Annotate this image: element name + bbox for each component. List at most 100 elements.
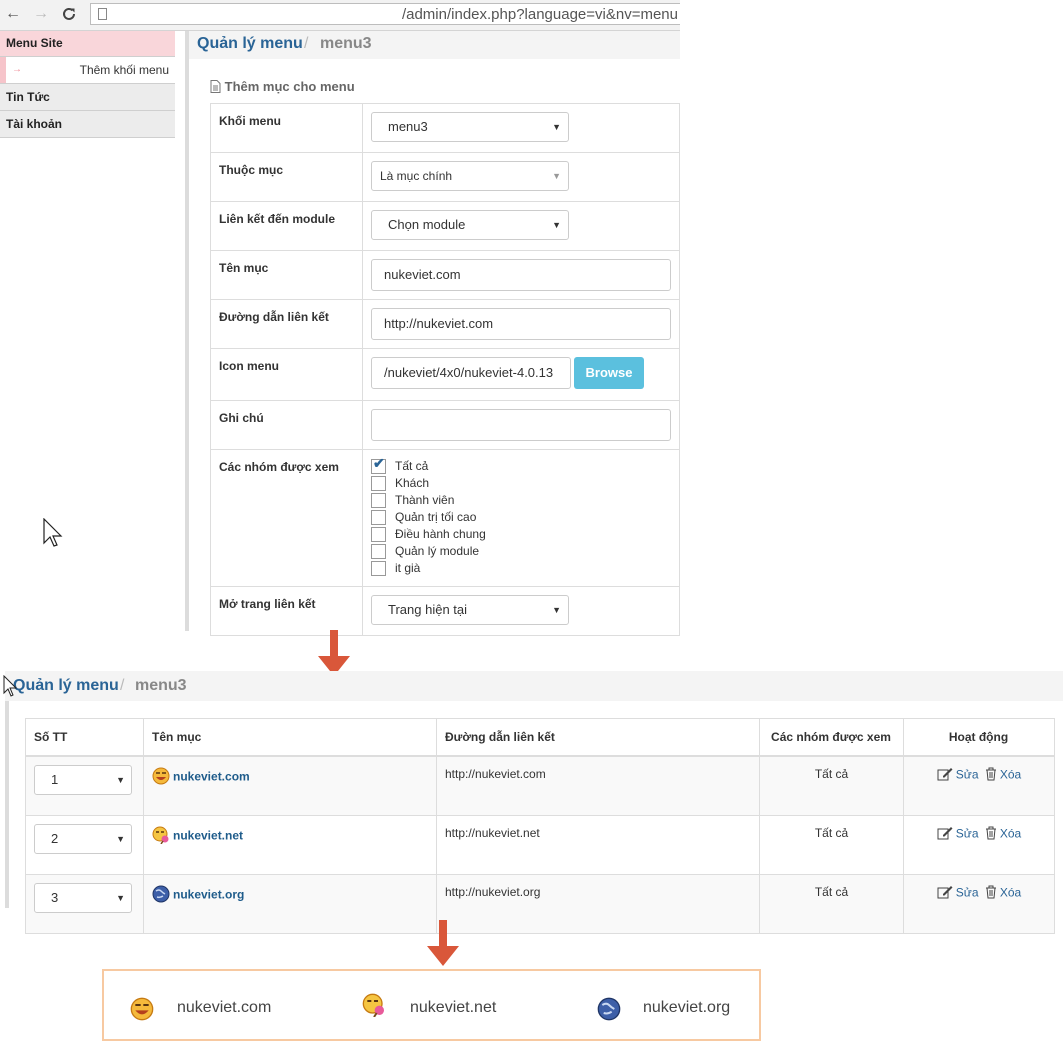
caret-down-icon: ▼ bbox=[116, 893, 125, 903]
item-name-link[interactable]: nukeviet.com bbox=[173, 770, 250, 784]
mouse-cursor-icon bbox=[43, 517, 63, 548]
browser-toolbar: ← → /admin/index.php?language=vi&nv=menu bbox=[0, 0, 680, 31]
table-row: 1 ▼ nukeviet.com http://nukeviet.com Tất … bbox=[25, 755, 1055, 816]
group-checkbox-quan-ly-module[interactable]: Quản lý module bbox=[371, 544, 671, 561]
trash-icon[interactable] bbox=[985, 885, 997, 902]
preview-item-org[interactable]: nukeviet.org bbox=[643, 999, 730, 1017]
delete-link[interactable]: Xóa bbox=[1000, 827, 1021, 841]
sidebar-item-them-khoi-menu[interactable]: → Thêm khối menu bbox=[0, 57, 175, 84]
breadcrumb-root[interactable]: Quản lý menu bbox=[13, 677, 119, 695]
sidebar-divider bbox=[185, 31, 189, 631]
order-select[interactable]: 3 ▼ bbox=[34, 883, 132, 913]
preview-item-com[interactable]: nukeviet.com bbox=[177, 999, 271, 1017]
checkmark-icon: ✔ bbox=[373, 455, 385, 471]
group-checkbox-thanh-vien[interactable]: Thành viên bbox=[371, 493, 671, 510]
sidebar-divider bbox=[5, 701, 9, 908]
forward-icon[interactable]: → bbox=[30, 4, 52, 24]
header-nhom: Các nhóm được xem bbox=[759, 718, 904, 757]
preview-item-net[interactable]: nukeviet.net bbox=[410, 999, 496, 1017]
caret-down-icon: ▼ bbox=[552, 122, 561, 132]
trash-icon[interactable] bbox=[985, 767, 997, 784]
trash-icon[interactable] bbox=[985, 826, 997, 843]
address-bar[interactable]: /admin/index.php?language=vi&nv=menu bbox=[90, 3, 680, 25]
edit-link[interactable]: Sửa bbox=[956, 768, 979, 782]
checkbox[interactable] bbox=[371, 561, 386, 576]
ghi-chu-input[interactable] bbox=[371, 409, 671, 441]
item-groups: Tất cả bbox=[759, 874, 904, 934]
edit-link[interactable]: Sửa bbox=[956, 827, 979, 841]
icecream-smiley-icon bbox=[152, 826, 170, 847]
group-checkbox-list: ✔ Tất cả Khách Thành viên Quản trị tối ca… bbox=[362, 449, 680, 587]
order-value: 3 bbox=[51, 890, 59, 905]
khoi-menu-select[interactable]: menu3 ▼ bbox=[371, 112, 569, 142]
table-row: 3 ▼ nukeviet.org http://nukeviet.org Tất … bbox=[25, 874, 1055, 934]
reload-icon[interactable] bbox=[58, 4, 80, 24]
checkbox[interactable] bbox=[371, 527, 386, 542]
breadcrumb-separator: / bbox=[304, 35, 309, 52]
sidebar-item-label: Thêm khối menu bbox=[79, 63, 169, 77]
sidebar-item-tai-khoan[interactable]: Tài khoản bbox=[0, 111, 175, 138]
item-name-link[interactable]: nukeviet.org bbox=[173, 888, 244, 902]
group-checkbox-it-gia[interactable]: it già bbox=[371, 561, 671, 578]
checkbox-label: Tất cả bbox=[395, 459, 429, 473]
sidebar-item-tin-tuc[interactable]: Tin Tức bbox=[0, 84, 175, 111]
order-select[interactable]: 1 ▼ bbox=[34, 765, 132, 795]
form-title-text: Thêm mục cho menu bbox=[224, 79, 355, 94]
item-url: http://nukeviet.com bbox=[436, 755, 760, 816]
checkbox-label: Quản trị tối cao bbox=[395, 510, 477, 524]
table-row: 2 ▼ nukeviet.net http://nukeviet.net Tất … bbox=[25, 815, 1055, 875]
thuoc-muc-value: Là mục chính bbox=[380, 169, 453, 183]
header-hoat-dong: Hoạt động bbox=[903, 718, 1055, 757]
edit-icon[interactable] bbox=[937, 885, 953, 902]
ten-muc-input[interactable]: nukeviet.com bbox=[371, 259, 671, 291]
laughing-smiley-icon bbox=[130, 997, 154, 1024]
add-item-form: Khối menu menu3 ▼ Thuộc mục Là mục chính ▼… bbox=[210, 103, 680, 636]
checkbox-label: Quản lý module bbox=[395, 544, 480, 558]
checkbox[interactable] bbox=[371, 476, 386, 491]
icon-menu-label: Icon menu bbox=[210, 348, 363, 401]
checkbox[interactable] bbox=[371, 510, 386, 525]
ghi-chu-label: Ghi chú bbox=[210, 400, 363, 450]
breadcrumb-separator: / bbox=[120, 677, 125, 694]
checkbox[interactable] bbox=[371, 493, 386, 508]
checkbox[interactable]: ✔ bbox=[371, 455, 386, 474]
caret-down-icon: ▼ bbox=[116, 775, 125, 785]
edit-link[interactable]: Sửa bbox=[956, 886, 979, 900]
url-text: /admin/index.php?language=vi&nv=menu bbox=[401, 6, 678, 23]
delete-link[interactable]: Xóa bbox=[1000, 768, 1021, 782]
mo-trang-value: Trang hiện tại bbox=[388, 602, 468, 617]
group-checkbox-tat-ca[interactable]: ✔ Tất cả bbox=[371, 455, 671, 476]
edit-icon[interactable] bbox=[937, 767, 953, 784]
duong-dan-input[interactable]: http://nukeviet.com bbox=[371, 308, 671, 340]
khoi-menu-label: Khối menu bbox=[210, 103, 363, 153]
thuoc-muc-select[interactable]: Là mục chính ▼ bbox=[371, 161, 569, 191]
item-url: http://nukeviet.org bbox=[436, 874, 760, 934]
mo-trang-select[interactable]: Trang hiện tại ▼ bbox=[371, 595, 569, 625]
checkbox-label: Khách bbox=[395, 476, 430, 490]
icecream-smiley-icon bbox=[362, 993, 386, 1020]
order-select[interactable]: 2 ▼ bbox=[34, 824, 132, 854]
item-groups: Tất cả bbox=[759, 755, 904, 816]
group-checkbox-quan-tri[interactable]: Quản trị tối cao bbox=[371, 510, 671, 527]
form-title: Thêm mục cho menu bbox=[210, 79, 355, 94]
nhom-label: Các nhóm được xem bbox=[210, 449, 363, 587]
icon-menu-input[interactable]: /nukeviet/4x0/nukeviet-4.0.13 bbox=[371, 357, 571, 389]
menu-items-table: Số TT Tên mục Đường dẫn liên kết Các nhó… bbox=[25, 718, 1055, 934]
browse-button[interactable]: Browse bbox=[574, 357, 644, 389]
laughing-smiley-icon bbox=[152, 767, 170, 788]
delete-link[interactable]: Xóa bbox=[1000, 886, 1021, 900]
page-icon bbox=[98, 8, 107, 20]
khoi-menu-value: menu3 bbox=[388, 119, 428, 134]
module-select[interactable]: Chọn module ▼ bbox=[371, 210, 569, 240]
breadcrumb-root[interactable]: Quản lý menu bbox=[197, 35, 303, 53]
sidebar: Menu Site → Thêm khối menu Tin Tức Tài k… bbox=[0, 31, 175, 138]
sidebar-item-menu-site[interactable]: Menu Site bbox=[0, 31, 175, 57]
order-value: 2 bbox=[51, 831, 59, 846]
group-checkbox-dieu-hanh[interactable]: Điều hành chung bbox=[371, 527, 671, 544]
edit-icon[interactable] bbox=[937, 826, 953, 843]
item-name-link[interactable]: nukeviet.net bbox=[173, 829, 243, 843]
caret-down-icon: ▼ bbox=[116, 834, 125, 844]
group-checkbox-khach[interactable]: Khách bbox=[371, 476, 671, 493]
back-icon[interactable]: ← bbox=[2, 4, 24, 24]
checkbox[interactable] bbox=[371, 544, 386, 559]
